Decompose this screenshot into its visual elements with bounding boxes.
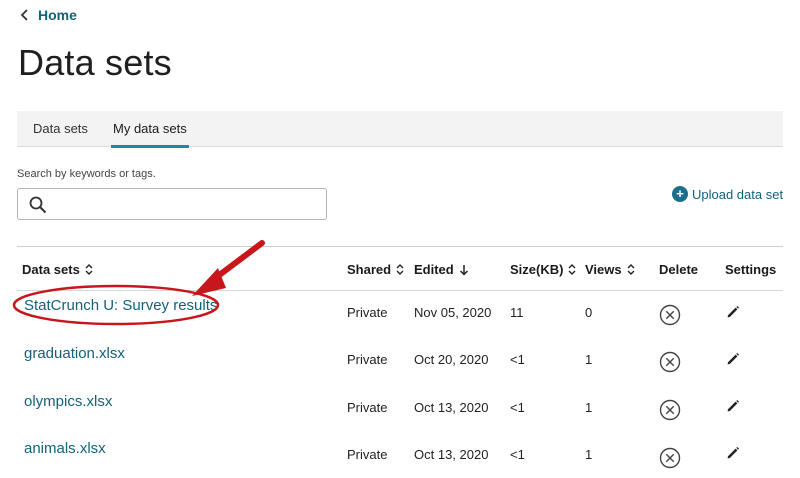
size-value: <1: [510, 447, 525, 462]
column-header-label: Size(KB): [510, 262, 564, 277]
views-value: 1: [585, 447, 593, 462]
dataset-name-link[interactable]: StatCrunch U: Survey results: [24, 297, 217, 314]
views-value: 1: [585, 400, 593, 415]
column-header-size[interactable]: Size(KB): [510, 262, 576, 277]
tab-my-data-sets[interactable]: My data sets: [111, 111, 189, 148]
views-value: 0: [585, 305, 593, 320]
page-title: Data sets: [18, 42, 172, 83]
shared-value: Private: [347, 447, 388, 462]
magnifier-icon: [29, 196, 47, 214]
search-label: Search by keywords or tags.: [17, 168, 156, 180]
chevron-left-icon: [20, 9, 28, 21]
column-header-delete: Delete: [659, 262, 698, 277]
shared-value: Private: [347, 400, 388, 415]
size-value: 11: [510, 305, 524, 320]
size-value: <1: [510, 352, 525, 367]
column-header-label: Views: [585, 262, 622, 277]
active-tab-indicator: [111, 145, 189, 148]
pencil-icon[interactable]: [726, 352, 740, 366]
column-header-views[interactable]: Views: [585, 262, 635, 277]
column-header-settings: Settings: [725, 262, 776, 277]
upload-label: Upload data set: [692, 186, 784, 202]
column-header-label: Delete: [659, 262, 699, 277]
edited-value: Oct 13, 2020: [414, 400, 489, 415]
pencil-icon[interactable]: [726, 446, 740, 460]
plus-circle-icon: +: [672, 186, 688, 202]
dataset-name-link[interactable]: graduation.xlsx: [24, 345, 125, 362]
column-header-label: Data sets: [22, 262, 80, 277]
upload-data-set-button[interactable]: + Upload data set: [672, 186, 783, 202]
table-header-divider: [17, 290, 783, 291]
table-top-divider: [17, 246, 783, 247]
sort-updown-icon: [396, 264, 404, 275]
size-value: <1: [510, 400, 525, 415]
delete-icon[interactable]: [659, 447, 681, 469]
column-header-shared[interactable]: Shared: [347, 262, 404, 277]
edited-value: Oct 20, 2020: [414, 352, 489, 367]
column-header-data-sets[interactable]: Data sets: [22, 262, 93, 277]
edited-value: Oct 13, 2020: [414, 447, 489, 462]
sort-updown-icon: [568, 264, 576, 275]
red-arrow-annotation: [192, 240, 265, 296]
shared-value: Private: [347, 305, 388, 320]
column-header-label: Settings: [725, 262, 777, 277]
edited-value: Nov 05, 2020: [414, 305, 492, 320]
dataset-name-link[interactable]: olympics.xlsx: [24, 393, 112, 410]
arrow-down-icon: [459, 264, 468, 276]
tab-label: Data sets: [33, 121, 88, 136]
pencil-icon[interactable]: [726, 399, 740, 413]
tab-label: My data sets: [113, 121, 187, 136]
pencil-icon[interactable]: [726, 305, 740, 319]
column-header-label: Shared: [347, 262, 392, 277]
delete-icon[interactable]: [659, 351, 681, 373]
sort-updown-icon: [627, 264, 635, 275]
tab-bar: Data sets My data sets: [17, 111, 783, 148]
search-field[interactable]: [17, 188, 327, 220]
search-input[interactable]: [58, 194, 318, 214]
views-value: 1: [585, 352, 593, 367]
delete-icon[interactable]: [659, 304, 681, 326]
home-link-label[interactable]: Home: [38, 7, 77, 23]
shared-value: Private: [347, 352, 388, 367]
dataset-name-link[interactable]: animals.xlsx: [24, 440, 106, 457]
tab-data-sets[interactable]: Data sets: [31, 111, 90, 147]
column-header-label: Edited: [414, 262, 454, 277]
delete-icon[interactable]: [659, 399, 681, 421]
column-header-edited[interactable]: Edited: [414, 262, 469, 277]
home-back-link[interactable]: Home: [18, 7, 77, 23]
sort-updown-icon: [85, 264, 93, 275]
